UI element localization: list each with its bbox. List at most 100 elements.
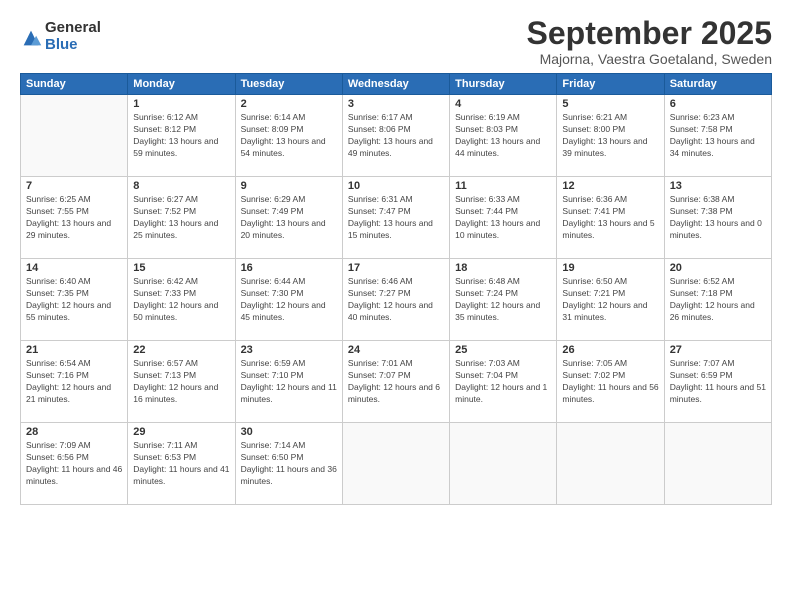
day-info: Sunrise: 7:14 AMSunset: 6:50 PMDaylight:… bbox=[241, 440, 337, 488]
day-number: 8 bbox=[133, 180, 229, 192]
day-number: 5 bbox=[562, 98, 658, 110]
calendar-table: SundayMondayTuesdayWednesdayThursdayFrid… bbox=[20, 73, 772, 505]
calendar-cell: 9Sunrise: 6:29 AMSunset: 7:49 PMDaylight… bbox=[235, 177, 342, 259]
calendar-cell: 28 Sunrise: 7:09 AMSunset: 6:56 PMDayligh… bbox=[21, 423, 128, 505]
day-number: 16 bbox=[241, 262, 337, 274]
calendar-cell: 30Sunrise: 7:14 AMSunset: 6:50 PMDayligh… bbox=[235, 423, 342, 505]
subtitle: Majorna, Vaestra Goetaland, Sweden bbox=[527, 51, 772, 67]
calendar-cell: 16 Sunrise: 6:44 AMSunset: 7:30 PMDayligh… bbox=[235, 259, 342, 341]
day-info: Sunrise: 7:03 AMSunset: 7:04 PMDaylight:… bbox=[455, 358, 551, 406]
day-number: 21 bbox=[26, 344, 122, 356]
day-number: 12 bbox=[562, 180, 658, 192]
day-number: 4 bbox=[455, 98, 551, 110]
day-number: 17 bbox=[348, 262, 444, 274]
page: General Blue September 2025 Majorna, Vae… bbox=[0, 0, 792, 612]
calendar-header-tuesday: Tuesday bbox=[235, 74, 342, 95]
calendar-cell: 13Sunrise: 6:38 AMSunset: 7:38 PMDayligh… bbox=[664, 177, 771, 259]
calendar-cell: 6 Sunrise: 6:23 AMSunset: 7:58 PMDaylight… bbox=[664, 95, 771, 177]
day-number: 1 bbox=[133, 98, 229, 110]
header: General Blue September 2025 Majorna, Vae… bbox=[20, 16, 772, 67]
day-number: 2 bbox=[241, 98, 337, 110]
logo-general: General bbox=[45, 20, 101, 37]
calendar-cell: 20Sunrise: 6:52 AMSunset: 7:18 PMDayligh… bbox=[664, 259, 771, 341]
day-info: Sunrise: 7:01 AMSunset: 7:07 PMDaylight:… bbox=[348, 358, 444, 406]
calendar-cell bbox=[450, 423, 557, 505]
calendar-cell: 17Sunrise: 6:46 AMSunset: 7:27 PMDayligh… bbox=[342, 259, 449, 341]
calendar-header-saturday: Saturday bbox=[664, 74, 771, 95]
logo: General Blue bbox=[20, 20, 101, 53]
day-info: Sunrise: 7:05 AMSunset: 7:02 PMDaylight:… bbox=[562, 358, 658, 406]
calendar-cell bbox=[664, 423, 771, 505]
day-number: 25 bbox=[455, 344, 551, 356]
calendar-cell: 25 Sunrise: 7:03 AMSunset: 7:04 PMDayligh… bbox=[450, 341, 557, 423]
title-block: September 2025 Majorna, Vaestra Goetalan… bbox=[527, 16, 772, 67]
calendar-cell: 12 Sunrise: 6:36 AMSunset: 7:41 PMDayligh… bbox=[557, 177, 664, 259]
calendar-cell bbox=[342, 423, 449, 505]
day-info: Sunrise: 6:44 AMSunset: 7:30 PMDaylight:… bbox=[241, 276, 337, 324]
day-number: 27 bbox=[670, 344, 766, 356]
day-info: Sunrise: 6:27 AMSunset: 7:52 PMDaylight:… bbox=[133, 194, 229, 242]
day-info: Sunrise: 7:07 AMSunset: 6:59 PMDaylight:… bbox=[670, 358, 766, 406]
calendar-cell: 7Sunrise: 6:25 AMSunset: 7:55 PMDaylight… bbox=[21, 177, 128, 259]
day-info: Sunrise: 6:36 AMSunset: 7:41 PMDaylight:… bbox=[562, 194, 658, 242]
calendar-header-friday: Friday bbox=[557, 74, 664, 95]
day-info: Sunrise: 6:59 AMSunset: 7:10 PMDaylight:… bbox=[241, 358, 337, 406]
day-info: Sunrise: 6:23 AMSunset: 7:58 PMDaylight:… bbox=[670, 112, 766, 160]
day-number: 3 bbox=[348, 98, 444, 110]
day-info: Sunrise: 6:21 AMSunset: 8:00 PMDaylight:… bbox=[562, 112, 658, 160]
day-info: Sunrise: 6:54 AMSunset: 7:16 PMDaylight:… bbox=[26, 358, 122, 406]
calendar-cell: 1 Sunrise: 6:12 AMSunset: 8:12 PMDaylight… bbox=[128, 95, 235, 177]
calendar-cell: 14 Sunrise: 6:40 AMSunset: 7:35 PMDayligh… bbox=[21, 259, 128, 341]
calendar-cell: 4 Sunrise: 6:19 AMSunset: 8:03 PMDaylight… bbox=[450, 95, 557, 177]
day-info: Sunrise: 6:14 AMSunset: 8:09 PMDaylight:… bbox=[241, 112, 337, 160]
day-info: Sunrise: 6:42 AMSunset: 7:33 PMDaylight:… bbox=[133, 276, 229, 324]
calendar-week-2: 7Sunrise: 6:25 AMSunset: 7:55 PMDaylight… bbox=[21, 177, 772, 259]
day-number: 20 bbox=[670, 262, 766, 274]
day-info: Sunrise: 6:40 AMSunset: 7:35 PMDaylight:… bbox=[26, 276, 122, 324]
calendar-week-4: 21 Sunrise: 6:54 AMSunset: 7:16 PMDayligh… bbox=[21, 341, 772, 423]
calendar-header-monday: Monday bbox=[128, 74, 235, 95]
day-info: Sunrise: 6:57 AMSunset: 7:13 PMDaylight:… bbox=[133, 358, 229, 406]
calendar-header-thursday: Thursday bbox=[450, 74, 557, 95]
calendar-week-3: 14 Sunrise: 6:40 AMSunset: 7:35 PMDayligh… bbox=[21, 259, 772, 341]
day-info: Sunrise: 6:33 AMSunset: 7:44 PMDaylight:… bbox=[455, 194, 551, 242]
calendar-header-row: SundayMondayTuesdayWednesdayThursdayFrid… bbox=[21, 74, 772, 95]
calendar-cell: 10 Sunrise: 6:31 AMSunset: 7:47 PMDayligh… bbox=[342, 177, 449, 259]
day-info: Sunrise: 7:09 AMSunset: 6:56 PMDaylight:… bbox=[26, 440, 122, 488]
day-number: 28 bbox=[26, 426, 122, 438]
day-number: 14 bbox=[26, 262, 122, 274]
day-number: 29 bbox=[133, 426, 229, 438]
day-info: Sunrise: 6:48 AMSunset: 7:24 PMDaylight:… bbox=[455, 276, 551, 324]
day-number: 6 bbox=[670, 98, 766, 110]
day-number: 26 bbox=[562, 344, 658, 356]
day-number: 18 bbox=[455, 262, 551, 274]
day-info: Sunrise: 6:17 AMSunset: 8:06 PMDaylight:… bbox=[348, 112, 444, 160]
day-info: Sunrise: 6:12 AMSunset: 8:12 PMDaylight:… bbox=[133, 112, 229, 160]
logo-text: General Blue bbox=[45, 20, 101, 53]
logo-icon bbox=[20, 27, 42, 49]
calendar-cell: 15 Sunrise: 6:42 AMSunset: 7:33 PMDayligh… bbox=[128, 259, 235, 341]
calendar-cell: 22 Sunrise: 6:57 AMSunset: 7:13 PMDayligh… bbox=[128, 341, 235, 423]
calendar-cell: 24 Sunrise: 7:01 AMSunset: 7:07 PMDayligh… bbox=[342, 341, 449, 423]
calendar-cell: 8 Sunrise: 6:27 AMSunset: 7:52 PMDaylight… bbox=[128, 177, 235, 259]
calendar-cell: 23Sunrise: 6:59 AMSunset: 7:10 PMDayligh… bbox=[235, 341, 342, 423]
day-number: 24 bbox=[348, 344, 444, 356]
day-number: 10 bbox=[348, 180, 444, 192]
day-info: Sunrise: 6:25 AMSunset: 7:55 PMDaylight:… bbox=[26, 194, 122, 242]
day-number: 22 bbox=[133, 344, 229, 356]
calendar-cell bbox=[557, 423, 664, 505]
calendar-cell: 3 Sunrise: 6:17 AMSunset: 8:06 PMDaylight… bbox=[342, 95, 449, 177]
calendar-cell: 19Sunrise: 6:50 AMSunset: 7:21 PMDayligh… bbox=[557, 259, 664, 341]
day-number: 15 bbox=[133, 262, 229, 274]
day-info: Sunrise: 6:31 AMSunset: 7:47 PMDaylight:… bbox=[348, 194, 444, 242]
day-info: Sunrise: 6:19 AMSunset: 8:03 PMDaylight:… bbox=[455, 112, 551, 160]
day-number: 13 bbox=[670, 180, 766, 192]
day-number: 11 bbox=[455, 180, 551, 192]
calendar-cell: 2 Sunrise: 6:14 AMSunset: 8:09 PMDaylight… bbox=[235, 95, 342, 177]
calendar-cell: 26 Sunrise: 7:05 AMSunset: 7:02 PMDayligh… bbox=[557, 341, 664, 423]
calendar-cell: 29Sunrise: 7:11 AMSunset: 6:53 PMDayligh… bbox=[128, 423, 235, 505]
day-number: 19 bbox=[562, 262, 658, 274]
main-title: September 2025 bbox=[527, 16, 772, 51]
calendar-cell: 18 Sunrise: 6:48 AMSunset: 7:24 PMDayligh… bbox=[450, 259, 557, 341]
calendar-cell: 11 Sunrise: 6:33 AMSunset: 7:44 PMDayligh… bbox=[450, 177, 557, 259]
